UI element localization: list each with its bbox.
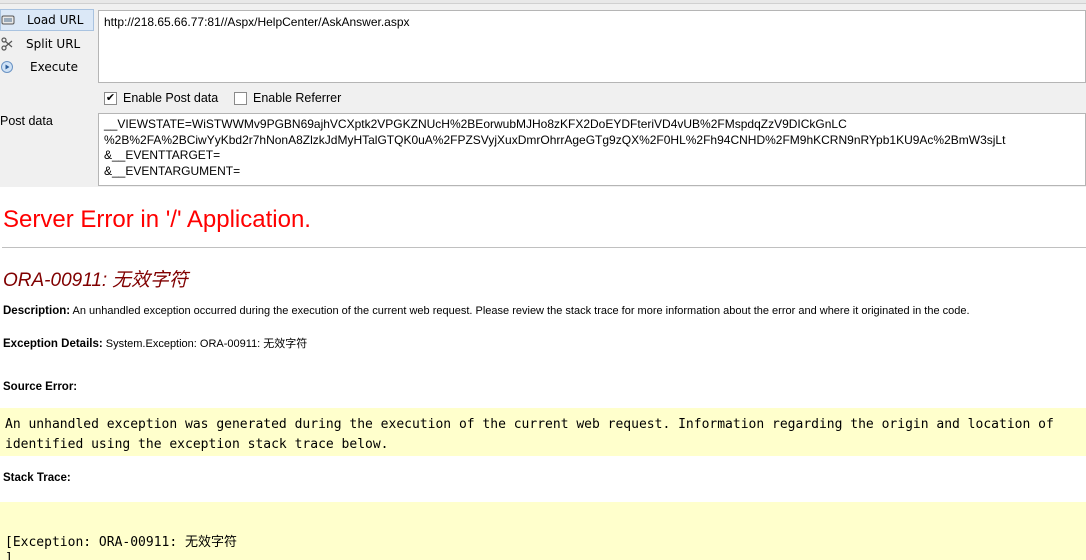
exception-details-text: System.Exception: ORA-00911: 无效字符 (102, 338, 308, 350)
description-text: An unhandled exception occurred during t… (70, 305, 970, 317)
enable-post-checkbox[interactable]: ✔ Enable Post data (104, 91, 218, 105)
post-data-line: &__EVENTARGUMENT= (104, 163, 241, 178)
stack-trace-label: Stack Trace: (3, 472, 71, 484)
enable-post-label: Enable Post data (123, 91, 219, 105)
load-url-label: Load URL (27, 13, 84, 27)
hackbar-panel: Load URL Split URL Execute http://218.65… (0, 0, 1086, 187)
error-heading: ORA-00911: 无效字符 (3, 265, 188, 292)
source-error-line: An unhandled exception was generated dur… (5, 417, 1054, 432)
checkmark-icon: ✔ (104, 91, 117, 105)
execute-label: Execute (30, 60, 78, 74)
description-line: Description: An unhandled exception occu… (3, 305, 970, 317)
enable-referrer-checkbox[interactable]: Enable Referrer (234, 91, 341, 105)
post-data-line: __VIEWSTATE=WiSTWWMv9PGBN69ajhVCXptk2VPG… (104, 117, 847, 131)
source-error-line: identified using the exception stack tra… (5, 437, 389, 452)
load-url-button[interactable]: Load URL (0, 9, 94, 31)
split-url-button[interactable]: Split URL (0, 33, 94, 55)
post-data-line: %2B%2FA%2BCiwYyKbd2r7hNonA8ZlzkJdMyHTalG… (104, 132, 1006, 147)
toolbar-strip (0, 0, 1086, 4)
post-data-textarea[interactable]: __VIEWSTATE=WiSTWWMv9PGBN69ajhVCXptk2VPG… (98, 113, 1086, 186)
execute-button[interactable]: Execute (0, 56, 94, 78)
split-url-icon (0, 37, 14, 51)
source-error-box: An unhandled exception was generated dur… (0, 408, 1086, 456)
divider (2, 247, 1086, 248)
execute-play-icon (0, 60, 14, 74)
enable-referrer-label: Enable Referrer (253, 91, 342, 105)
post-data-line: &__EVENTTARGET= (104, 148, 221, 162)
post-data-label: Post data (0, 114, 53, 128)
stack-trace-line: [Exception: ORA-00911: 无效字符 (5, 535, 238, 550)
exception-details-label: Exception Details: (3, 338, 103, 350)
url-textarea[interactable]: http://218.65.66.77:81//Aspx/HelpCenter/… (98, 10, 1086, 83)
load-url-icon (1, 13, 15, 27)
stack-trace-line: ] (5, 551, 13, 560)
page-title: Server Error in '/' Application. (3, 206, 311, 233)
url-value: http://218.65.66.77:81//Aspx/HelpCenter/… (104, 15, 410, 29)
error-code: ORA-00911: (3, 270, 108, 291)
source-error-label: Source Error: (3, 381, 78, 393)
empty-checkbox-icon (234, 91, 247, 105)
stack-trace-box: [Exception: ORA-00911: 无效字符] (0, 502, 1086, 560)
split-url-label: Split URL (26, 37, 81, 51)
error-message: 无效字符 (107, 270, 188, 291)
description-label: Description: (3, 305, 71, 317)
exception-details-line: Exception Details: System.Exception: ORA… (3, 335, 307, 351)
